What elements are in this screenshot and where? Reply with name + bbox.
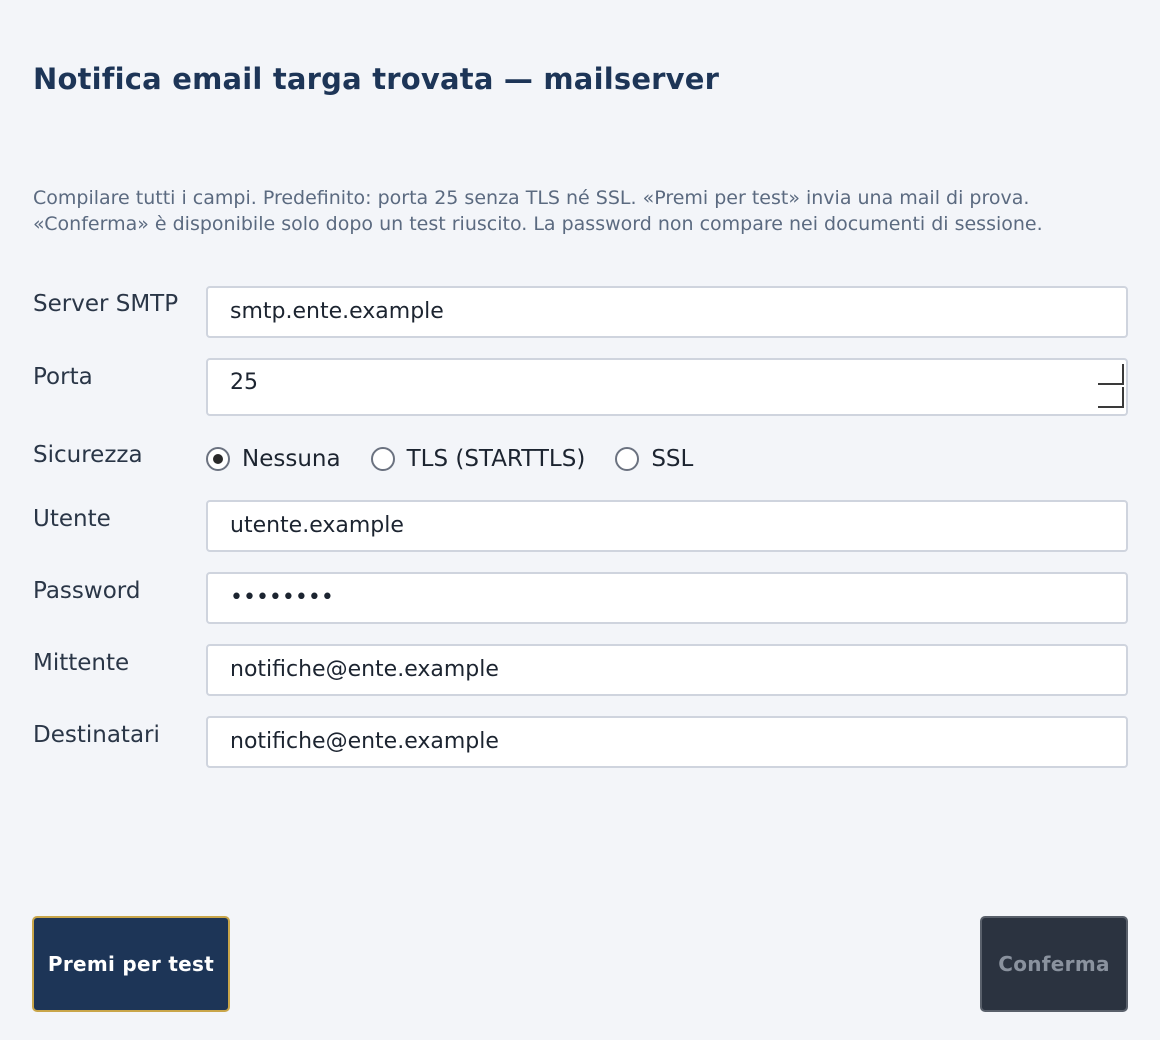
sender-input[interactable]: notifiche@ente.example [206, 644, 1128, 696]
password-input[interactable]: •••••••• [206, 572, 1128, 624]
increment-arrow-icon[interactable] [1098, 364, 1124, 385]
sender-label: Mittente [33, 650, 130, 676]
port-spinner[interactable] [1096, 364, 1124, 410]
confirm-button[interactable]: Conferma [980, 916, 1128, 1012]
password-label: Password [33, 578, 141, 604]
instructions: Compilare tutti i campi. Predefinito: po… [33, 185, 1133, 237]
mailserver-dialog: Notifica email targa trovata — mailserve… [0, 0, 1160, 1040]
instructions-line-2: «Conferma» è disponibile solo dopo un te… [33, 213, 1043, 235]
radio-unchecked-icon[interactable] [370, 447, 395, 471]
user-input[interactable]: utente.example [206, 500, 1128, 552]
security-option-label: SSL [651, 446, 694, 472]
port-stepper[interactable]: 25 [206, 358, 1128, 416]
security-option-label: Nessuna [242, 446, 341, 472]
server-label: Server SMTP [33, 291, 179, 317]
port-label: Porta [33, 364, 93, 390]
radio-unchecked-icon[interactable] [615, 447, 640, 471]
decrement-arrow-icon[interactable] [1098, 387, 1124, 408]
port-value: 25 [230, 370, 258, 395]
user-label: Utente [33, 506, 111, 532]
page-title: Notifica email targa trovata — mailserve… [33, 62, 720, 96]
test-button[interactable]: Premi per test [32, 916, 230, 1012]
instructions-line-1: Compilare tutti i campi. Predefinito: po… [33, 187, 1030, 209]
security-option-tls[interactable]: TLS (STARTTLS) [370, 446, 586, 472]
recipients-input[interactable]: notifiche@ente.example [206, 716, 1128, 768]
recipients-label: Destinatari [33, 722, 160, 748]
security-option-label: TLS (STARTTLS) [406, 446, 586, 472]
security-radio-group: Nessuna TLS (STARTTLS) SSL [206, 442, 723, 476]
security-option-none[interactable]: Nessuna [206, 446, 341, 472]
security-option-ssl[interactable]: SSL [615, 446, 693, 472]
server-input[interactable]: smtp.ente.example [206, 286, 1128, 338]
radio-checked-icon[interactable] [206, 447, 230, 471]
security-label: Sicurezza [33, 442, 143, 468]
